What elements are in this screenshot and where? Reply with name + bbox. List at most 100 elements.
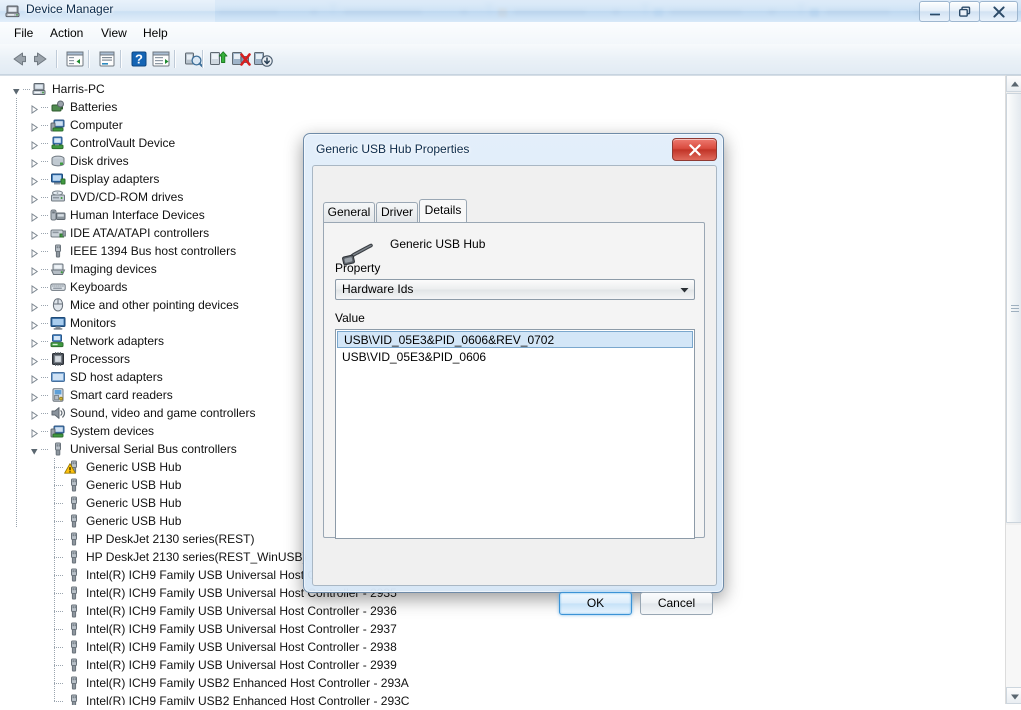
back-arrow-icon[interactable] <box>8 48 30 70</box>
dialog-title: Generic USB Hub Properties <box>316 142 470 156</box>
tree-item-label: DVD/CD-ROM drives <box>70 190 184 204</box>
expand-triangle-icon[interactable] <box>30 319 39 330</box>
expand-triangle-icon[interactable] <box>30 373 39 384</box>
scan-hardware-icon[interactable] <box>182 48 204 70</box>
toolbar-separator <box>120 50 122 68</box>
tree-item-computer[interactable]: Computer <box>0 116 1005 134</box>
tree-vertical-scrollbar[interactable] <box>1005 75 1021 704</box>
expand-triangle-icon[interactable] <box>30 157 39 168</box>
toolbar-separator <box>202 50 204 68</box>
scroll-up-button[interactable] <box>1006 75 1021 92</box>
sound-controller-icon <box>50 405 66 421</box>
processor-icon <box>50 351 66 367</box>
value-list-item[interactable]: USB\VID_05E3&PID_0606 <box>336 349 694 366</box>
tab-details[interactable]: Details <box>419 199 467 222</box>
ok-button[interactable]: OK <box>559 592 632 615</box>
tree-item-usb-device[interactable]: Intel(R) ICH9 Family USB Universal Host … <box>0 638 1005 656</box>
dialog-close-button[interactable] <box>672 138 717 161</box>
help-question-icon[interactable]: ? <box>128 48 150 70</box>
tree-item-usb-device[interactable]: Intel(R) ICH9 Family USB Universal Host … <box>0 620 1005 638</box>
system-device-icon <box>50 423 66 439</box>
tab-driver[interactable]: Driver <box>376 202 418 222</box>
tree-item-label: Intel(R) ICH9 Family USB Universal Host … <box>86 622 397 636</box>
tree-item-label: Network adapters <box>70 334 165 348</box>
tree-item-label: Sound, video and game controllers <box>70 406 256 420</box>
device-name-label: Generic USB Hub <box>390 237 486 251</box>
expand-triangle-icon[interactable] <box>30 229 39 240</box>
property-dropdown[interactable]: Hardware Ids <box>335 279 695 300</box>
menu-view[interactable]: View <box>95 25 133 42</box>
cancel-button[interactable]: Cancel <box>640 592 713 615</box>
expand-triangle-icon[interactable] <box>30 355 39 366</box>
expand-triangle-icon[interactable] <box>30 193 39 204</box>
usb-device-icon <box>66 603 82 619</box>
tab-general[interactable]: General <box>323 202 375 222</box>
uninstall-device-icon[interactable] <box>230 48 252 70</box>
properties-icon[interactable] <box>96 48 118 70</box>
collapse-triangle-icon[interactable] <box>30 445 39 455</box>
usb-icon <box>50 441 66 457</box>
menu-action[interactable]: Action <box>44 25 89 42</box>
tree-item-usb-device[interactable]: Intel(R) ICH9 Family USB Universal Host … <box>0 656 1005 674</box>
minimize-button[interactable] <box>919 1 950 22</box>
expand-triangle-icon[interactable] <box>30 409 39 420</box>
expand-triangle-icon[interactable] <box>30 337 39 348</box>
tree-item-root[interactable]: Harris-PC <box>0 80 1005 98</box>
value-listbox[interactable]: USB\VID_05E3&PID_0606&REV_0702 USB\VID_0… <box>335 329 695 539</box>
restore-button[interactable] <box>949 1 980 22</box>
chevron-down-icon[interactable] <box>676 281 693 298</box>
scroll-down-button[interactable] <box>1006 687 1021 704</box>
window-title: Device Manager <box>26 2 114 16</box>
update-driver-icon[interactable] <box>207 48 229 70</box>
tree-item-label: Computer <box>70 118 123 132</box>
tree-item-label: Intel(R) ICH9 Family USB2 Enhanced Host … <box>86 676 409 690</box>
computer-icon <box>32 81 48 97</box>
value-list-item[interactable]: USB\VID_05E3&PID_0606&REV_0702 <box>337 331 693 348</box>
expand-triangle-icon[interactable] <box>30 211 39 222</box>
network-adapter-icon <box>50 333 66 349</box>
usb-device-icon <box>66 513 82 529</box>
sd-host-adapter-icon <box>50 369 66 385</box>
close-button[interactable] <box>979 1 1018 22</box>
expand-triangle-icon[interactable] <box>30 247 39 258</box>
action-pane-icon[interactable] <box>150 48 172 70</box>
expand-triangle-icon[interactable] <box>30 175 39 186</box>
usb-device-icon <box>66 531 82 547</box>
expand-triangle-icon[interactable] <box>30 301 39 312</box>
expand-triangle-icon[interactable] <box>30 283 39 294</box>
tree-item-usb-device[interactable]: Intel(R) ICH9 Family USB2 Enhanced Host … <box>0 674 1005 692</box>
property-label: Property <box>335 261 381 275</box>
menu-file[interactable]: File <box>8 25 39 42</box>
tree-item-label: Intel(R) ICH9 Family USB Universal Host … <box>86 604 397 618</box>
tree-item-label: Universal Serial Bus controllers <box>70 442 237 456</box>
value-label: Value <box>335 311 365 325</box>
expand-triangle-icon[interactable] <box>30 391 39 402</box>
usb-device-icon <box>66 477 82 493</box>
disable-device-icon[interactable] <box>252 48 274 70</box>
tree-item-label: HP DeskJet 2130 series(REST_WinUSB) <box>86 550 307 564</box>
menu-help[interactable]: Help <box>137 25 174 42</box>
usb-device-icon <box>66 567 82 583</box>
tree-item-label: Generic USB Hub <box>86 514 182 528</box>
expand-triangle-icon[interactable] <box>30 121 39 132</box>
toolbar: ? <box>0 44 1021 75</box>
tree-item-label: Display adapters <box>70 172 160 186</box>
usb-device-icon <box>66 621 82 637</box>
scrollbar-thumb[interactable] <box>1006 93 1021 523</box>
forward-arrow-icon[interactable] <box>30 48 52 70</box>
console-tree-icon[interactable] <box>64 48 86 70</box>
device-manager-window: Device Manager File Action View Help ? H… <box>0 0 1021 705</box>
expand-triangle-icon[interactable] <box>30 103 39 114</box>
monitor-icon <box>50 315 66 331</box>
tree-item-batteries[interactable]: Batteries <box>0 98 1005 116</box>
tree-item-label: Batteries <box>70 100 118 114</box>
expand-triangle-icon[interactable] <box>30 139 39 150</box>
device-manager-icon <box>5 3 21 19</box>
tree-item-usb-device[interactable]: Intel(R) ICH9 Family USB Universal Host … <box>0 602 1005 620</box>
toolbar-separator <box>56 50 58 68</box>
expand-triangle-icon[interactable] <box>30 427 39 438</box>
expand-triangle-icon[interactable] <box>30 265 39 276</box>
tree-item-usb-device[interactable]: Intel(R) ICH9 Family USB2 Enhanced Host … <box>0 692 1005 705</box>
scrollbar-track[interactable] <box>1006 525 1021 687</box>
expand-triangle-icon[interactable] <box>12 85 21 95</box>
